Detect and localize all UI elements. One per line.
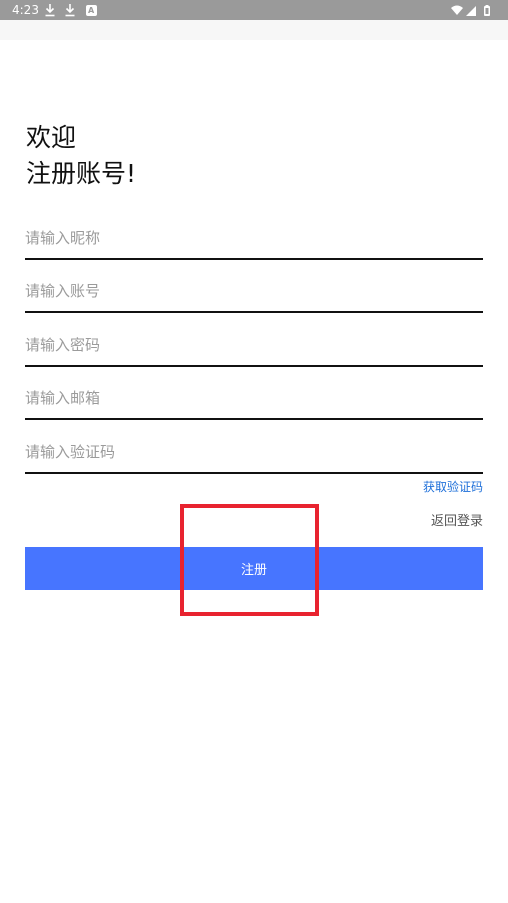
download-icon [64, 3, 76, 17]
verification-code-field-container [25, 432, 483, 474]
battery-icon [484, 5, 490, 16]
signal-icon [466, 6, 476, 16]
nickname-field-container [25, 218, 483, 260]
welcome-line-2: 注册账号! [26, 159, 137, 188]
app-top-band [0, 20, 508, 40]
nickname-input[interactable] [25, 218, 483, 258]
a-notification-icon: A [86, 5, 97, 16]
account-input[interactable] [25, 271, 483, 311]
welcome-heading: 欢迎 注册账号! [26, 120, 136, 192]
status-bar: 4:23 A [0, 0, 508, 20]
status-time: 4:23 [12, 3, 39, 17]
status-icons-right [450, 3, 498, 17]
email-field-container [25, 378, 483, 420]
register-screen: 4:23 A 欢迎 注册账号! 请输入昵称 请输入账号 请输入邮箱 请输入验证码… [0, 0, 508, 903]
email-input[interactable] [25, 378, 483, 418]
back-to-login-link[interactable]: 返回登录 [431, 513, 483, 531]
account-field-container [25, 271, 483, 313]
download-icon [44, 3, 56, 17]
wifi-icon [451, 5, 463, 15]
password-field-container [25, 325, 483, 367]
register-button[interactable]: 注册 [25, 547, 483, 590]
welcome-line-1: 欢迎 [26, 123, 77, 152]
verification-code-input[interactable] [25, 432, 483, 472]
a-badge-letter: A [88, 6, 95, 15]
get-verification-code-link[interactable]: 获取验证码 [423, 479, 483, 495]
password-input[interactable] [25, 325, 483, 365]
